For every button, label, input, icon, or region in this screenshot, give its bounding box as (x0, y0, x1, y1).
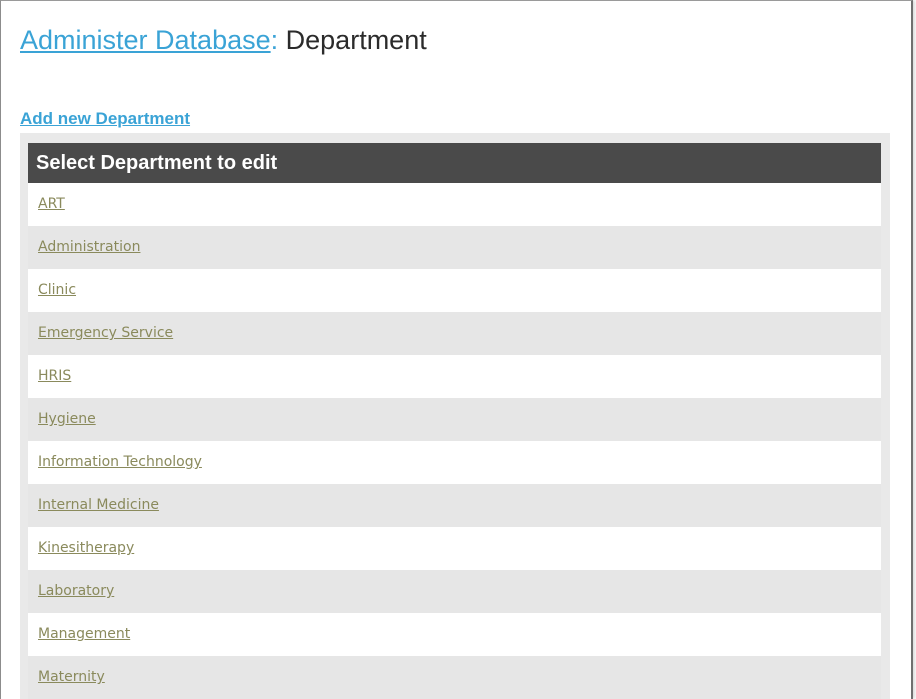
breadcrumb-separator: : (270, 25, 279, 55)
list-item: Internal Medicine (28, 484, 881, 527)
department-link-information-technology[interactable]: Information Technology (38, 454, 202, 470)
list-item: HRIS (28, 355, 881, 398)
list-item: Management (28, 613, 881, 656)
department-link-hris[interactable]: HRIS (38, 368, 71, 384)
list-item: Administration (28, 226, 881, 269)
breadcrumb-administer-database-link[interactable]: Administer Database (20, 25, 271, 55)
list-item: Emergency Service (28, 312, 881, 355)
department-link-administration[interactable]: Administration (38, 239, 140, 255)
page-title: Department (285, 25, 427, 55)
department-list: ART Administration Clinic Emergency Serv… (28, 183, 881, 699)
table-header: Select Department to edit (28, 143, 881, 183)
department-link-emergency-service[interactable]: Emergency Service (38, 325, 173, 341)
list-item: Kinesitherapy (28, 527, 881, 570)
department-table-panel: Select Department to edit ART Administra… (20, 133, 890, 699)
department-link-management[interactable]: Management (38, 626, 130, 642)
add-new-department-link[interactable]: Add new Department (20, 108, 190, 130)
department-link-art[interactable]: ART (38, 196, 65, 212)
list-item: Information Technology (28, 441, 881, 484)
department-link-internal-medicine[interactable]: Internal Medicine (38, 497, 159, 513)
page-heading: Administer Database: Department (20, 23, 427, 57)
department-link-clinic[interactable]: Clinic (38, 282, 76, 298)
list-item: Laboratory (28, 570, 881, 613)
list-item: Hygiene (28, 398, 881, 441)
list-item: ART (28, 183, 881, 226)
department-link-laboratory[interactable]: Laboratory (38, 583, 114, 599)
department-link-kinesitherapy[interactable]: Kinesitherapy (38, 540, 134, 556)
department-link-maternity[interactable]: Maternity (38, 669, 105, 685)
list-item: Maternity (28, 656, 881, 699)
department-link-hygiene[interactable]: Hygiene (38, 411, 96, 427)
list-item: Clinic (28, 269, 881, 312)
page-frame: Administer Database: Department Add new … (0, 0, 913, 699)
